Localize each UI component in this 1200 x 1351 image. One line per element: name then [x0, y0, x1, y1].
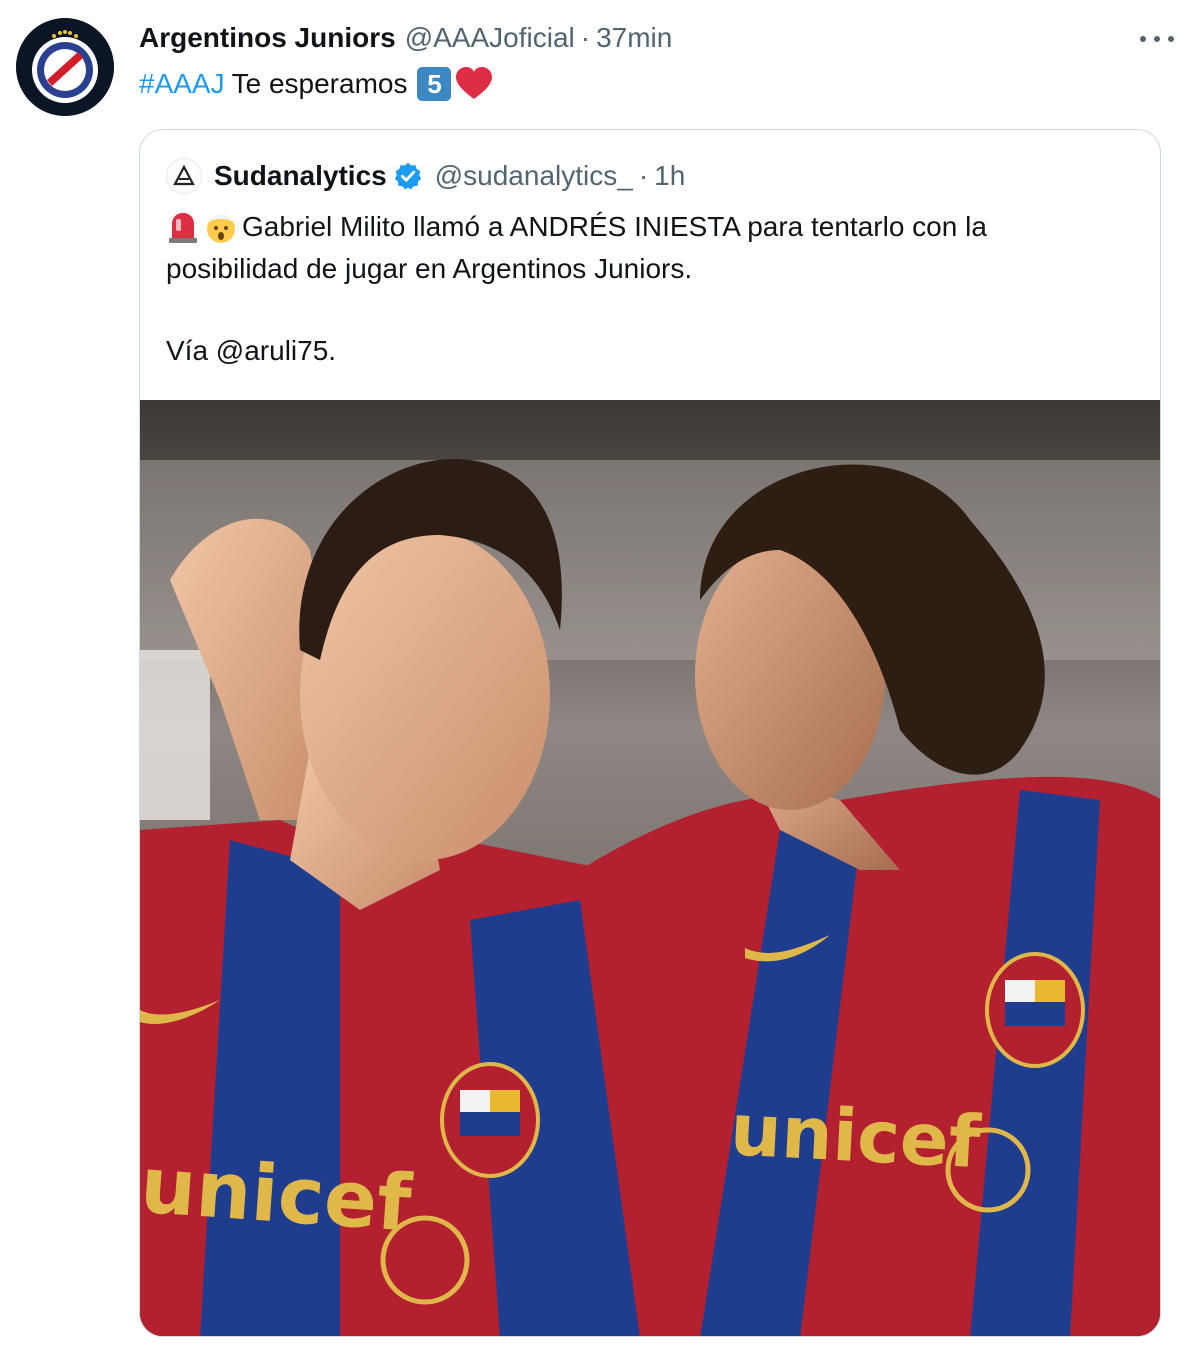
tweet-body: Te esperamos	[231, 68, 408, 99]
argentinos-juniors-crest-icon	[16, 18, 114, 116]
separator-dot: ·	[580, 22, 591, 53]
sudanalytics-logo-icon	[173, 164, 195, 186]
quoted-tweet[interactable]: Sudanalytics @sudanalytics_ · 1h Gabriel…	[139, 129, 1161, 1337]
tweet-header: Argentinos Juniors @AAAJoficial · 37min	[139, 20, 672, 56]
police-light-emoji-icon	[169, 213, 197, 243]
quoted-tweet-header: Sudanalytics @sudanalytics_ · 1h	[166, 158, 685, 194]
quoted-tweet-text: Gabriel Milito llamó a ANDRÉS INIESTA pa…	[166, 206, 1126, 372]
user-handle[interactable]: @AAAJoficial	[405, 22, 575, 54]
quoted-text-line-2: posibilidad de jugar en Argentinos Junio…	[166, 253, 693, 284]
avatar[interactable]	[16, 18, 114, 116]
quoted-timestamp[interactable]: 1h	[654, 160, 685, 192]
quoted-media-image[interactable]: unicef unicef	[140, 400, 1160, 1336]
red-heart-icon	[456, 67, 493, 99]
more-options-icon[interactable]	[1140, 30, 1174, 48]
tweet-text: #AAAJ Te esperamos 5	[139, 64, 493, 104]
quoted-avatar[interactable]	[166, 158, 202, 194]
quoted-via-text: Vía @aruli75.	[166, 335, 337, 366]
quoted-display-name[interactable]: Sudanalytics	[214, 160, 387, 192]
hashtag-link[interactable]: #AAAJ	[139, 68, 225, 100]
exploding-head-emoji-icon	[207, 214, 235, 243]
quoted-user-handle[interactable]: @sudanalytics_	[435, 160, 633, 192]
verified-badge-icon	[394, 162, 421, 190]
quoted-separator-dot: ·	[638, 160, 649, 191]
keycap-five-emoji: 5	[417, 67, 452, 101]
svg-text:unicef: unicef	[140, 1141, 415, 1250]
display-name[interactable]: Argentinos Juniors	[139, 22, 396, 54]
svg-text:unicef: unicef	[728, 1087, 983, 1184]
players-photo: unicef unicef	[140, 400, 1160, 1336]
quoted-text-line-1: Gabriel Milito llamó a ANDRÉS INIESTA pa…	[242, 211, 987, 242]
timestamp[interactable]: 37min	[596, 22, 672, 54]
